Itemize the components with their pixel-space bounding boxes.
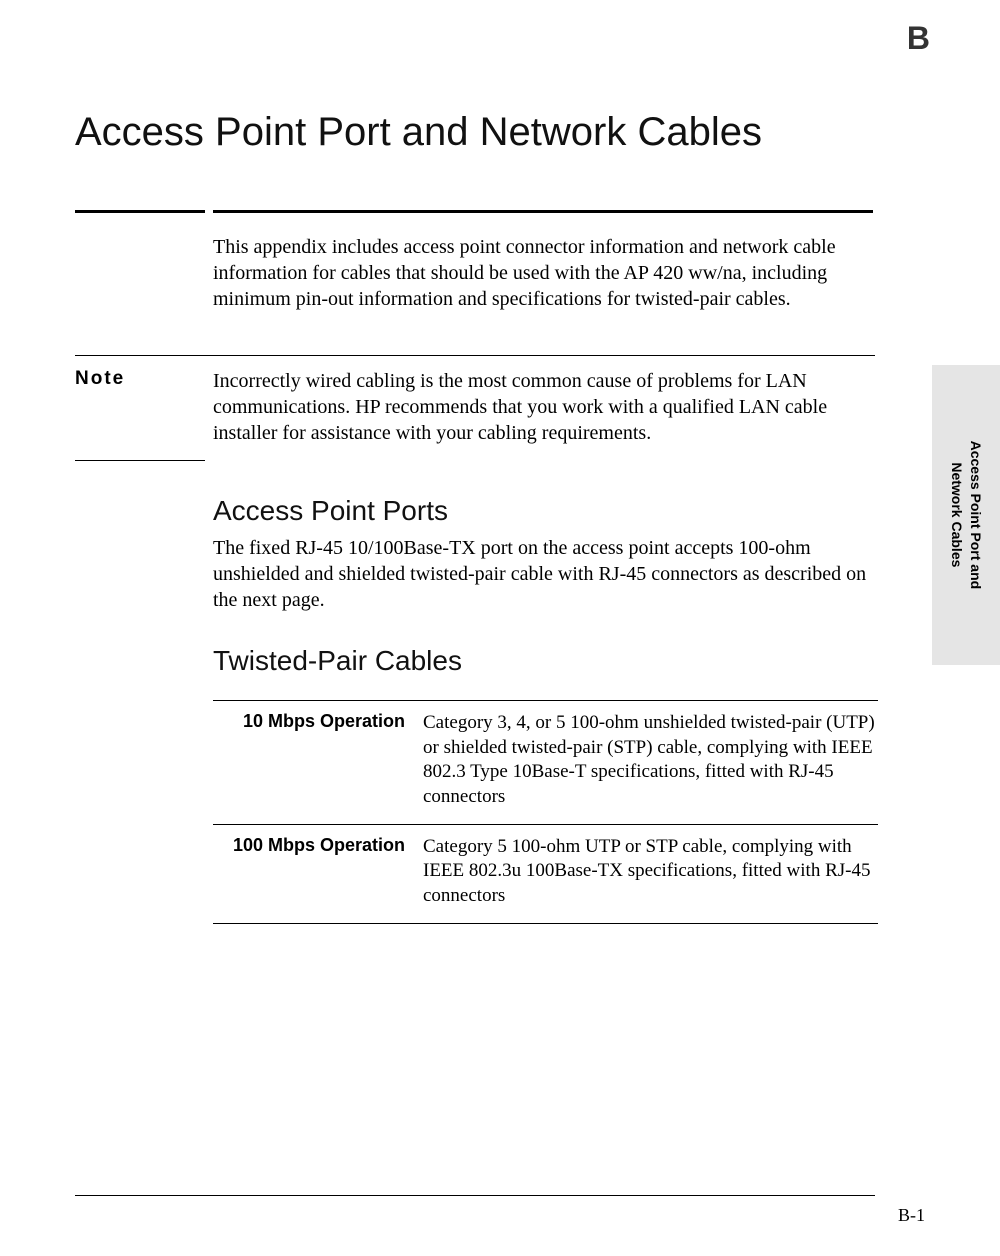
side-tab-line2: Network Cables [947, 441, 966, 590]
side-tab: Access Point Port and Network Cables [932, 365, 1000, 665]
rule-short-top [75, 210, 205, 213]
note-rule-top [75, 355, 875, 356]
note-body: Incorrectly wired cabling is the most co… [213, 368, 873, 446]
table-rule-bottom [213, 923, 878, 924]
note-label: Note [75, 368, 125, 390]
side-tab-line1: Access Point Port and [966, 441, 985, 590]
table-row: 10 Mbps Operation Category 3, 4, or 5 10… [213, 701, 878, 824]
cable-spec-table: 10 Mbps Operation Category 3, 4, or 5 10… [213, 700, 878, 924]
heading-access-point-ports: Access Point Ports [213, 495, 448, 527]
spec-desc: Category 5 100-ohm UTP or STP cable, com… [423, 835, 878, 909]
spec-label: 100 Mbps Operation [213, 835, 423, 909]
spec-label: 10 Mbps Operation [213, 711, 423, 810]
page-number: B-1 [898, 1205, 925, 1226]
note-rule-bottom [75, 460, 205, 461]
intro-paragraph: This appendix includes access point conn… [213, 234, 873, 312]
appendix-letter: B [907, 20, 930, 57]
rule-long-top [213, 210, 873, 213]
footer-rule [75, 1195, 875, 1196]
spec-desc: Category 3, 4, or 5 100-ohm unshielded t… [423, 711, 878, 810]
ports-body: The fixed RJ-45 10/100Base-TX port on th… [213, 535, 873, 613]
side-tab-label: Access Point Port and Network Cables [947, 441, 985, 590]
page-title: Access Point Port and Network Cables [75, 110, 762, 155]
table-row: 100 Mbps Operation Category 5 100-ohm UT… [213, 825, 878, 923]
heading-twisted-pair-cables: Twisted-Pair Cables [213, 645, 462, 677]
page: B Access Point Port and Network Cables A… [0, 0, 1000, 1256]
